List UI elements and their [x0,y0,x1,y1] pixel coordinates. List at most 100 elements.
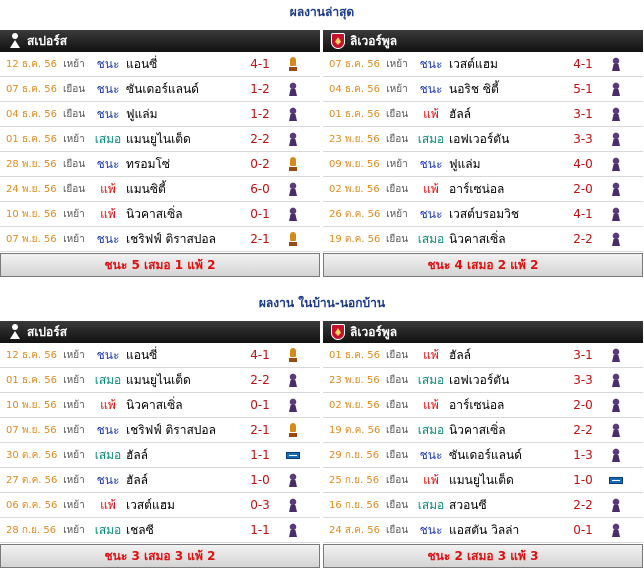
competition [282,498,304,512]
match-row: 12 ธ.ค. 56 เหย้า ชนะ แอนซี่ 4-1 [0,343,320,368]
opponent-name[interactable]: เอฟเวอร์ตัน [449,130,561,149]
match-score[interactable]: 3-1 [561,107,605,121]
opponent-name[interactable]: เวสต์บรอมวิช [449,205,561,224]
match-score[interactable]: 2-2 [561,498,605,512]
match-score[interactable]: 0-1 [561,523,605,537]
match-score[interactable]: 2-0 [561,182,605,196]
match-date: 02 พ.ย. 56 [329,183,380,195]
team-name: ลิเวอร์พูล [350,325,398,339]
europa-league-icon [288,157,298,171]
match-result: ชนะ [96,347,120,362]
opponent-name[interactable]: ฮัลล์ [449,346,561,365]
opponent-name[interactable]: ฮัลล์ [126,471,238,490]
opponent-name[interactable]: เอฟเวอร์ตัน [449,371,561,390]
match-score[interactable]: 1-0 [238,473,282,487]
match-score[interactable]: 3-3 [561,132,605,146]
opponent-name[interactable]: อาร์เซน่อล [449,396,561,415]
opponent-name[interactable]: ซันเดอร์แลนด์ [449,446,561,465]
opponent-name[interactable]: แอนซี่ [126,346,238,365]
opponent-name[interactable]: แมนยูไนเต็ด [449,471,561,490]
opponent-name[interactable]: นิวคาสเซิ่ล [449,421,561,440]
opponent-name[interactable]: สวอนซี [449,496,561,515]
match-score[interactable]: 1-2 [238,82,282,96]
match-score[interactable]: 2-0 [561,398,605,412]
match-score[interactable]: 4-1 [238,348,282,362]
opponent-name[interactable]: แอนซี่ [126,55,238,74]
opponent-name[interactable]: นิวคาสเซิ่ล [126,396,238,415]
premier-league-icon [611,373,621,387]
match-score[interactable]: 2-1 [238,423,282,437]
match-date: 28 ก.ย. 56 [6,524,57,536]
match-row: 28 ก.ย. 56 เหย้า เสมอ เชลซี 1-1 [0,518,320,543]
match-date: 26 ต.ค. 56 [329,208,381,220]
opponent-name[interactable]: ทรอมโซ่ [126,155,238,174]
match-score[interactable]: 3-3 [561,373,605,387]
match-row: 30 ต.ค. 56 เหย้า เสมอ ฮัลล์ 1-1 [0,443,320,468]
competition [282,232,304,246]
opponent-name[interactable]: แมนยูไนเต็ด [126,371,238,390]
match-score[interactable]: 4-1 [561,207,605,221]
competition [282,398,304,412]
match-result: เสมอ [94,447,122,462]
match-score[interactable]: 1-1 [238,448,282,462]
competition [605,82,627,96]
match-score[interactable]: 4-1 [238,57,282,71]
opponent-name[interactable]: เวสต์แฮม [126,496,238,515]
opponent-name[interactable]: แอสตัน วิลล่า [449,521,561,540]
opponent-name[interactable]: เชลซี [126,521,238,540]
match-score[interactable]: 2-2 [238,373,282,387]
match-result: ชนะ [96,156,120,171]
opponent-name[interactable]: ซันเดอร์แลนด์ [126,80,238,99]
match-score[interactable]: 3-1 [561,348,605,362]
match-score[interactable]: 0-1 [238,398,282,412]
match-date: 04 ธ.ค. 56 [329,83,380,95]
match-score[interactable]: 1-1 [238,523,282,537]
opponent-name[interactable]: ฟูแล่ม [449,155,561,174]
match-score[interactable]: 2-2 [238,132,282,146]
match-result: เสมอ [94,372,122,387]
match-score[interactable]: 2-1 [238,232,282,246]
match-score[interactable]: 2-2 [561,232,605,246]
match-result: แพ้ [423,347,439,362]
match-score[interactable]: 1-3 [561,448,605,462]
match-date: 07 ธ.ค. 56 [329,58,380,70]
match-row: 04 ธ.ค. 56 เยือน ชนะ ฟูแล่ม 1-2 [0,102,320,127]
match-score[interactable]: 4-1 [561,57,605,71]
opponent-name[interactable]: เชริฟฟ์ ติราสปอล [126,230,238,249]
opponent-name[interactable]: นอริช ซิตี้ [449,80,561,99]
liverpool-crest-icon [331,33,345,49]
match-score[interactable]: 5-1 [561,82,605,96]
match-score[interactable]: 4-0 [561,157,605,171]
match-result: แพ้ [423,106,439,121]
match-date: 16 ก.ย. 56 [329,499,380,511]
match-score[interactable]: 0-1 [238,207,282,221]
opponent-name[interactable]: นิวคาสเซิ่ล [126,205,238,224]
opponent-name[interactable]: ฮัลล์ [126,446,238,465]
match-row: 01 ธ.ค. 56 เยือน แพ้ ฮัลล์ 3-1 [323,102,643,127]
match-score[interactable]: 6-0 [238,182,282,196]
opponent-name[interactable]: เชริฟฟ์ ติราสปอล [126,421,238,440]
opponent-name[interactable]: ฮัลล์ [449,105,561,124]
team-name: สเปอร์ส [27,325,68,339]
match-score[interactable]: 1-0 [561,473,605,487]
match-score[interactable]: 0-2 [238,157,282,171]
match-date: 23 พ.ย. 56 [329,133,380,145]
match-venue: เหย้า [63,349,85,361]
opponent-name[interactable]: แมนยูไนเต็ด [126,130,238,149]
match-date: 04 ธ.ค. 56 [6,108,57,120]
match-score[interactable]: 1-2 [238,107,282,121]
opponent-name[interactable]: นิวคาสเซิ่ล [449,230,561,249]
competition [282,207,304,221]
match-date: 10 พ.ย. 56 [6,399,57,411]
opponent-name[interactable]: ฟูแล่ม [126,105,238,124]
competition [605,107,627,121]
match-score[interactable]: 2-2 [561,423,605,437]
match-date: 25 ก.ย. 56 [329,474,380,486]
opponent-name[interactable]: อาร์เซน่อล [449,180,561,199]
league-cup-icon [609,476,623,484]
opponent-name[interactable]: เวสต์แฮม [449,55,561,74]
match-score[interactable]: 0-3 [238,498,282,512]
team-header: สเปอร์ส [0,321,320,343]
opponent-name[interactable]: แมนซิตี้ [126,180,238,199]
match-date: 24 ส.ค. 56 [329,524,380,536]
